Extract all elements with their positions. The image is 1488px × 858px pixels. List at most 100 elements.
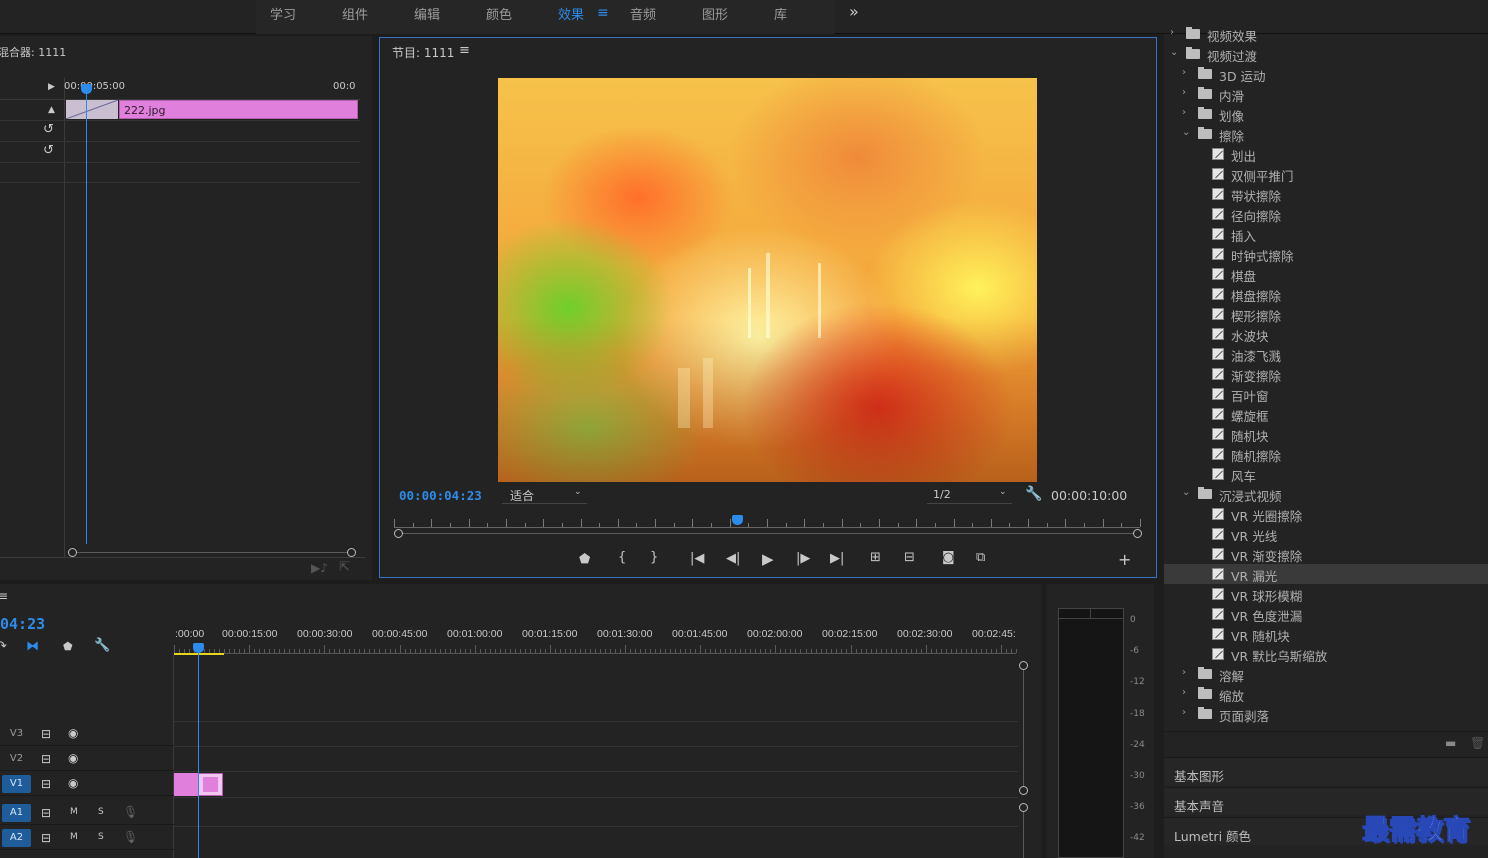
workspace-tab-effects[interactable]: 效果 [558,4,584,23]
panel-menu-icon[interactable]: ≡ [459,43,470,58]
monitor-time-ruler[interactable] [394,516,1141,528]
effects-item[interactable]: 带状擦除 [1164,184,1488,204]
export-icon[interactable]: ⇱ [339,560,350,575]
track-name[interactable]: A2 [2,829,31,847]
effects-item[interactable]: 随机擦除 [1164,444,1488,464]
effects-item[interactable]: VR 球形模糊 [1164,584,1488,604]
extract-icon[interactable]: ⊟ [904,550,915,565]
clip-block[interactable]: 222.jpg [119,100,358,119]
track-name[interactable]: V2 [2,750,31,768]
effects-item[interactable]: VR 光线 [1164,524,1488,544]
effects-folder[interactable]: ⌄ 擦除 [1164,124,1488,144]
new-bin-icon[interactable]: ▬ [1445,736,1456,750]
film-icon[interactable]: ⊟ [41,728,51,740]
chevron-down-icon[interactable]: ⌄ [1170,47,1178,58]
effects-folder[interactable]: › 3D 运动 [1164,64,1488,84]
workspace-menu-icon[interactable]: ≡ [597,5,609,21]
scroll-handle-left[interactable] [68,548,77,557]
effects-item[interactable]: VR 默比乌斯缩放 [1164,644,1488,664]
effects-item[interactable]: VR 色度泄漏 [1164,604,1488,624]
step-back-icon[interactable]: ◀| [726,551,740,566]
wrench-icon[interactable]: 🔧 [1025,486,1042,502]
current-timecode[interactable]: 00:00:04:23 [399,488,482,503]
wrench-icon[interactable]: 🔧 [94,638,110,653]
chevron-right-icon[interactable]: › [1182,67,1186,78]
eye-icon[interactable]: ◉ [68,752,78,764]
go-to-out-icon[interactable]: ▶| [830,551,844,566]
play-audio-icon[interactable]: ▶♪ [311,561,328,575]
film-icon[interactable]: ⊟ [41,807,51,819]
chevron-right-icon[interactable]: › [1170,27,1174,38]
effects-item[interactable]: 双侧平推门 [1164,164,1488,184]
effects-folder[interactable]: › 内滑 [1164,84,1488,104]
transition-clip[interactable] [66,100,118,119]
reset-icon[interactable]: ↺ [43,143,54,158]
workspace-tab-graphics[interactable]: 图形 [702,4,728,23]
effects-item[interactable]: 随机块 [1164,424,1488,444]
effects-folder[interactable]: › 缩放 [1164,684,1488,704]
resolution-select[interactable]: 1/2 ⌄ [927,486,1012,504]
panel-menu-icon[interactable]: ≡ [0,589,8,603]
add-button-icon[interactable]: + [1118,550,1131,569]
chevron-right-icon[interactable]: › [1182,107,1186,118]
workspace-overflow-icon[interactable]: » [849,2,859,21]
effects-item[interactable]: VR 随机块 [1164,624,1488,644]
scroll-handle-left[interactable] [394,529,403,538]
section-essential-graphics[interactable]: 基本图形 [1164,757,1488,785]
collapse-arrow-icon[interactable]: ▲ [48,105,55,115]
transition-marker[interactable] [198,773,223,796]
zoom-scrollbar[interactable] [77,552,347,553]
workspace-tab-editing[interactable]: 编辑 [414,4,440,23]
film-icon[interactable]: ⊟ [41,753,51,765]
chevron-right-icon[interactable]: › [1182,87,1186,98]
scroll-handle-top[interactable] [1019,661,1028,670]
chevron-down-icon[interactable]: ⌄ [1182,127,1190,138]
workspace-tab-libraries[interactable]: 库 [774,4,787,23]
effects-item[interactable]: 渐变擦除 [1164,364,1488,384]
eye-icon[interactable]: ◉ [68,777,78,789]
playhead-handle[interactable] [193,643,204,653]
effects-item[interactable]: 划出 [1164,144,1488,164]
monitor-playhead[interactable] [732,515,744,525]
effects-item[interactable]: 时钟式擦除 [1164,244,1488,264]
film-icon[interactable]: ⊟ [41,778,51,790]
mark-out-icon[interactable]: } [650,550,658,565]
work-area-bar[interactable] [174,653,224,655]
go-to-in-icon[interactable]: |◀ [690,551,704,566]
play-icon[interactable]: ▶ [762,550,774,568]
effects-folder[interactable]: › 页面剥落 [1164,704,1488,724]
effects-item[interactable]: 螺旋框 [1164,404,1488,424]
timeline-ruler[interactable] [174,644,1017,654]
vertical-scrollbar[interactable] [1023,812,1024,858]
film-icon[interactable]: ⊟ [41,832,51,844]
chevron-right-icon[interactable]: › [1182,687,1186,698]
effects-folder[interactable]: › 溶解 [1164,664,1488,684]
vertical-scrollbar[interactable] [1023,670,1024,786]
scroll-handle-bottom[interactable] [1019,786,1028,795]
effects-item[interactable]: VR 光圈擦除 [1164,504,1488,524]
reset-icon[interactable]: ↺ [43,122,54,137]
mark-in-icon[interactable]: { [618,550,626,565]
scroll-handle-right[interactable] [1133,529,1142,538]
effects-folder[interactable]: ⌄ 沉浸式视频 [1164,484,1488,504]
timeline-timecode[interactable]: 04:23 [0,615,45,633]
playhead-handle[interactable] [81,84,92,94]
scroll-handle-right[interactable] [347,548,356,557]
add-marker-icon[interactable]: ⬟ [579,552,590,567]
expand-arrow-icon[interactable]: ▶ [48,82,55,92]
microphone-icon[interactable]: 🎙 [123,806,138,818]
effects-item[interactable]: 油漆飞溅 [1164,344,1488,364]
workspace-tab-assembly[interactable]: 组件 [342,4,368,23]
chevron-right-icon[interactable]: › [1182,707,1186,718]
zoom-select[interactable]: 适合 ⌄ [502,486,587,504]
effects-item[interactable]: 棋盘擦除 [1164,284,1488,304]
effects-item[interactable]: 棋盘 [1164,264,1488,284]
mute-button[interactable]: M [70,833,78,842]
workspace-tab-audio[interactable]: 音频 [630,4,656,23]
step-forward-icon[interactable]: |▶ [796,551,810,566]
solo-button[interactable]: S [98,808,104,817]
snap-icon[interactable]: ⧓ [26,639,39,654]
workspace-tab-color[interactable]: 颜色 [486,4,512,23]
trash-icon[interactable]: 🗑 [1470,736,1485,750]
lift-icon[interactable]: ⊞ [870,550,881,565]
